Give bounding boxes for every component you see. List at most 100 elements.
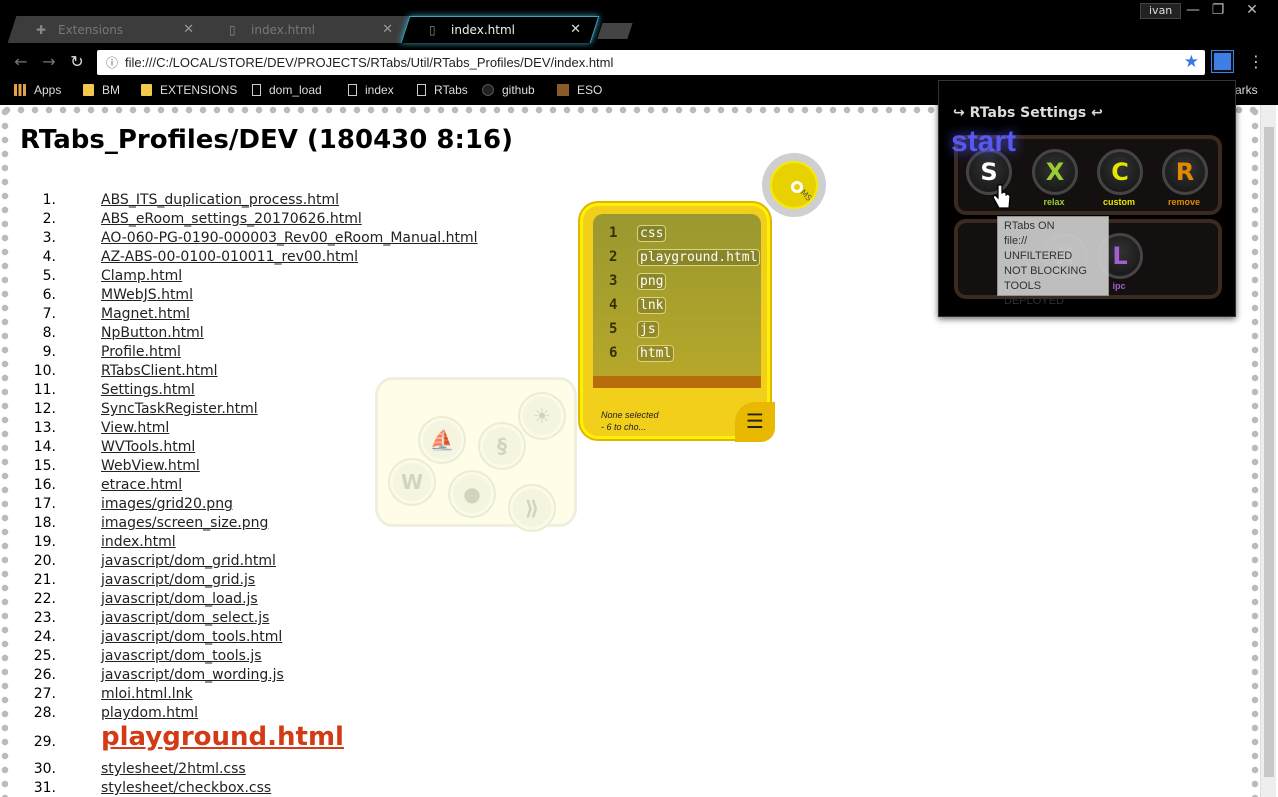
bookmark-github[interactable]: github — [482, 83, 535, 97]
bookmark-dom-load[interactable]: dom_load — [252, 83, 322, 97]
tab-close-icon[interactable]: ✕ — [382, 22, 393, 37]
list-index: 24. — [33, 629, 56, 645]
file-link[interactable]: SyncTaskRegister.html — [101, 401, 258, 417]
file-link[interactable]: Magnet.html — [101, 306, 190, 322]
tab-index-active[interactable]: ▯ index.html ✕ — [400, 16, 600, 43]
filter-row-lnk[interactable]: 4 lnk — [609, 295, 667, 315]
forward-button[interactable]: → — [38, 52, 60, 71]
file-link[interactable]: images/screen_size.png — [101, 515, 268, 531]
list-index: 18. — [33, 515, 56, 531]
bookmark-bm[interactable]: BM — [83, 83, 120, 97]
scrollbar-thumb[interactable] — [1264, 127, 1274, 777]
list-index: 27. — [33, 686, 56, 702]
file-link[interactable]: images/grid20.png — [101, 496, 233, 512]
file-link[interactable]: NpButton.html — [101, 325, 204, 341]
filter-panel: 1 css 2 playground.html 3 png 4 lnk 5 js 6 htm… — [580, 203, 775, 442]
other-bookmarks[interactable]: arks — [1235, 83, 1258, 97]
file-link[interactable]: View.html — [101, 420, 169, 436]
bookmark-eso[interactable]: ESO — [557, 83, 602, 97]
custom-c-button[interactable]: C — [1097, 149, 1143, 195]
file-link[interactable]: javascript/dom_select.js — [101, 610, 269, 626]
file-link[interactable]: mloi.html.lnk — [101, 686, 193, 702]
reload-button[interactable]: ↻ — [66, 52, 88, 71]
list-index: 21. — [33, 572, 56, 588]
address-bar[interactable]: ⓘ file:///C:/LOCAL/STORE/DEV/PROJECTS/RT… — [97, 50, 1205, 75]
menu-icon[interactable]: ☰ — [735, 402, 775, 442]
list-index: 3. — [42, 230, 56, 246]
file-link[interactable]: javascript/dom_tools.html — [101, 629, 282, 645]
bookmark-star-icon[interactable]: ★ — [1184, 52, 1199, 72]
file-link[interactable]: Clamp.html — [101, 268, 182, 284]
tab-extensions[interactable]: ✚ Extensions ✕ — [7, 16, 213, 43]
bookmark-rtabs[interactable]: RTabs — [417, 83, 468, 97]
filter-row-playground[interactable]: 2 playground.html — [609, 247, 761, 267]
file-link[interactable]: Profile.html — [101, 344, 181, 360]
file-link[interactable]: stylesheet/checkbox.css — [101, 780, 271, 796]
list-index: 4. — [42, 249, 56, 265]
file-link[interactable]: RTabsClient.html — [101, 363, 218, 379]
filter-row-html[interactable]: 6 html — [609, 343, 675, 363]
list-index: 16. — [33, 477, 56, 493]
file-link[interactable]: playdom.html — [101, 705, 198, 721]
tab-close-icon[interactable]: ✕ — [570, 22, 581, 37]
list-item: 31. stylesheet/checkbox.css — [0, 780, 600, 797]
file-link[interactable]: javascript/dom_grid.js — [101, 572, 255, 588]
file-link[interactable]: index.html — [101, 534, 176, 550]
remove-r-button[interactable]: R — [1162, 149, 1208, 195]
list-index: 8. — [42, 325, 56, 341]
file-link[interactable]: javascript/dom_tools.js — [101, 648, 262, 664]
profile-user-button[interactable]: ivan — [1140, 3, 1182, 19]
filter-row-css[interactable]: 1 css — [609, 223, 667, 243]
list-index: 12. — [33, 401, 56, 417]
file-link[interactable]: ABS_ITS_duplication_process.html — [101, 192, 339, 208]
file-link[interactable]: javascript/dom_load.js — [101, 591, 258, 607]
filter-row-js[interactable]: 5 js — [609, 319, 659, 339]
tab-close-icon[interactable]: ✕ — [183, 22, 194, 37]
github-icon — [482, 84, 494, 96]
list-index: 17. — [33, 496, 56, 512]
rtabs-extension-button[interactable] — [1211, 50, 1234, 73]
filter-row-png[interactable]: 3 png — [609, 271, 667, 291]
file-link[interactable]: WVTools.html — [101, 439, 195, 455]
list-item: 24. javascript/dom_tools.html — [0, 629, 600, 648]
file-link[interactable]: playground.html — [101, 722, 344, 752]
file-link[interactable]: MWebJS.html — [101, 287, 193, 303]
minimize-button[interactable]: — — [1181, 2, 1205, 18]
tab-index-1[interactable]: ▯ index.html ✕ — [200, 16, 412, 43]
list-item: 20. javascript/dom_grid.html — [0, 553, 600, 572]
file-link[interactable]: AZ-ABS-00-0100-010011_rev00.html — [101, 249, 358, 265]
forward-button[interactable]: ⟫ — [510, 486, 554, 530]
file-link[interactable]: WebView.html — [101, 458, 200, 474]
url-text[interactable]: file:///C:/LOCAL/STORE/DEV/PROJECTS/RTab… — [125, 55, 613, 70]
file-link[interactable]: ABS_eRoom_settings_20170626.html — [101, 211, 362, 227]
list-item: 3. AO-060-PG-0190-000003_Rev00_eRoom_Manu… — [0, 230, 600, 249]
w-button[interactable]: W — [390, 460, 434, 504]
maximize-button[interactable]: ❐ — [1206, 2, 1230, 18]
dot-button[interactable]: ● — [450, 472, 494, 516]
sun-button[interactable]: ☀ — [520, 394, 564, 438]
relax-x-button[interactable]: X — [1032, 149, 1078, 195]
bookmark-apps[interactable]: Apps — [14, 83, 61, 97]
file-link[interactable]: Settings.html — [101, 382, 195, 398]
back-button[interactable]: ← — [10, 52, 32, 71]
file-link[interactable]: stylesheet/2html.css — [101, 761, 246, 777]
list-item: 22. javascript/dom_load.js — [0, 591, 600, 610]
info-icon[interactable]: ⓘ — [103, 54, 121, 71]
new-tab-button[interactable] — [597, 23, 633, 39]
file-link[interactable]: etrace.html — [101, 477, 182, 493]
tab-label: index.html — [251, 22, 315, 37]
list-index: 2. — [42, 211, 56, 227]
scrollbar[interactable] — [1260, 105, 1276, 797]
boat-button[interactable]: ⛵ — [420, 418, 464, 462]
selection-status: None selected - 6 to cho... — [601, 410, 659, 432]
file-link[interactable]: AO-060-PG-0190-000003_Rev00_eRoom_Manual… — [101, 230, 478, 246]
bookmark-index[interactable]: index — [348, 83, 394, 97]
file-link[interactable]: javascript/dom_grid.html — [101, 553, 276, 569]
window-close-button[interactable]: ✕ — [1240, 2, 1264, 18]
file-link[interactable]: javascript/dom_wording.js — [101, 667, 284, 683]
bookmark-extensions[interactable]: EXTENSIONS — [141, 83, 237, 97]
list-index: 20. — [33, 553, 56, 569]
browser-menu-icon[interactable]: ⋮ — [1248, 52, 1264, 71]
section-button[interactable]: § — [480, 424, 524, 468]
ms-button[interactable]: MS — [762, 153, 826, 217]
